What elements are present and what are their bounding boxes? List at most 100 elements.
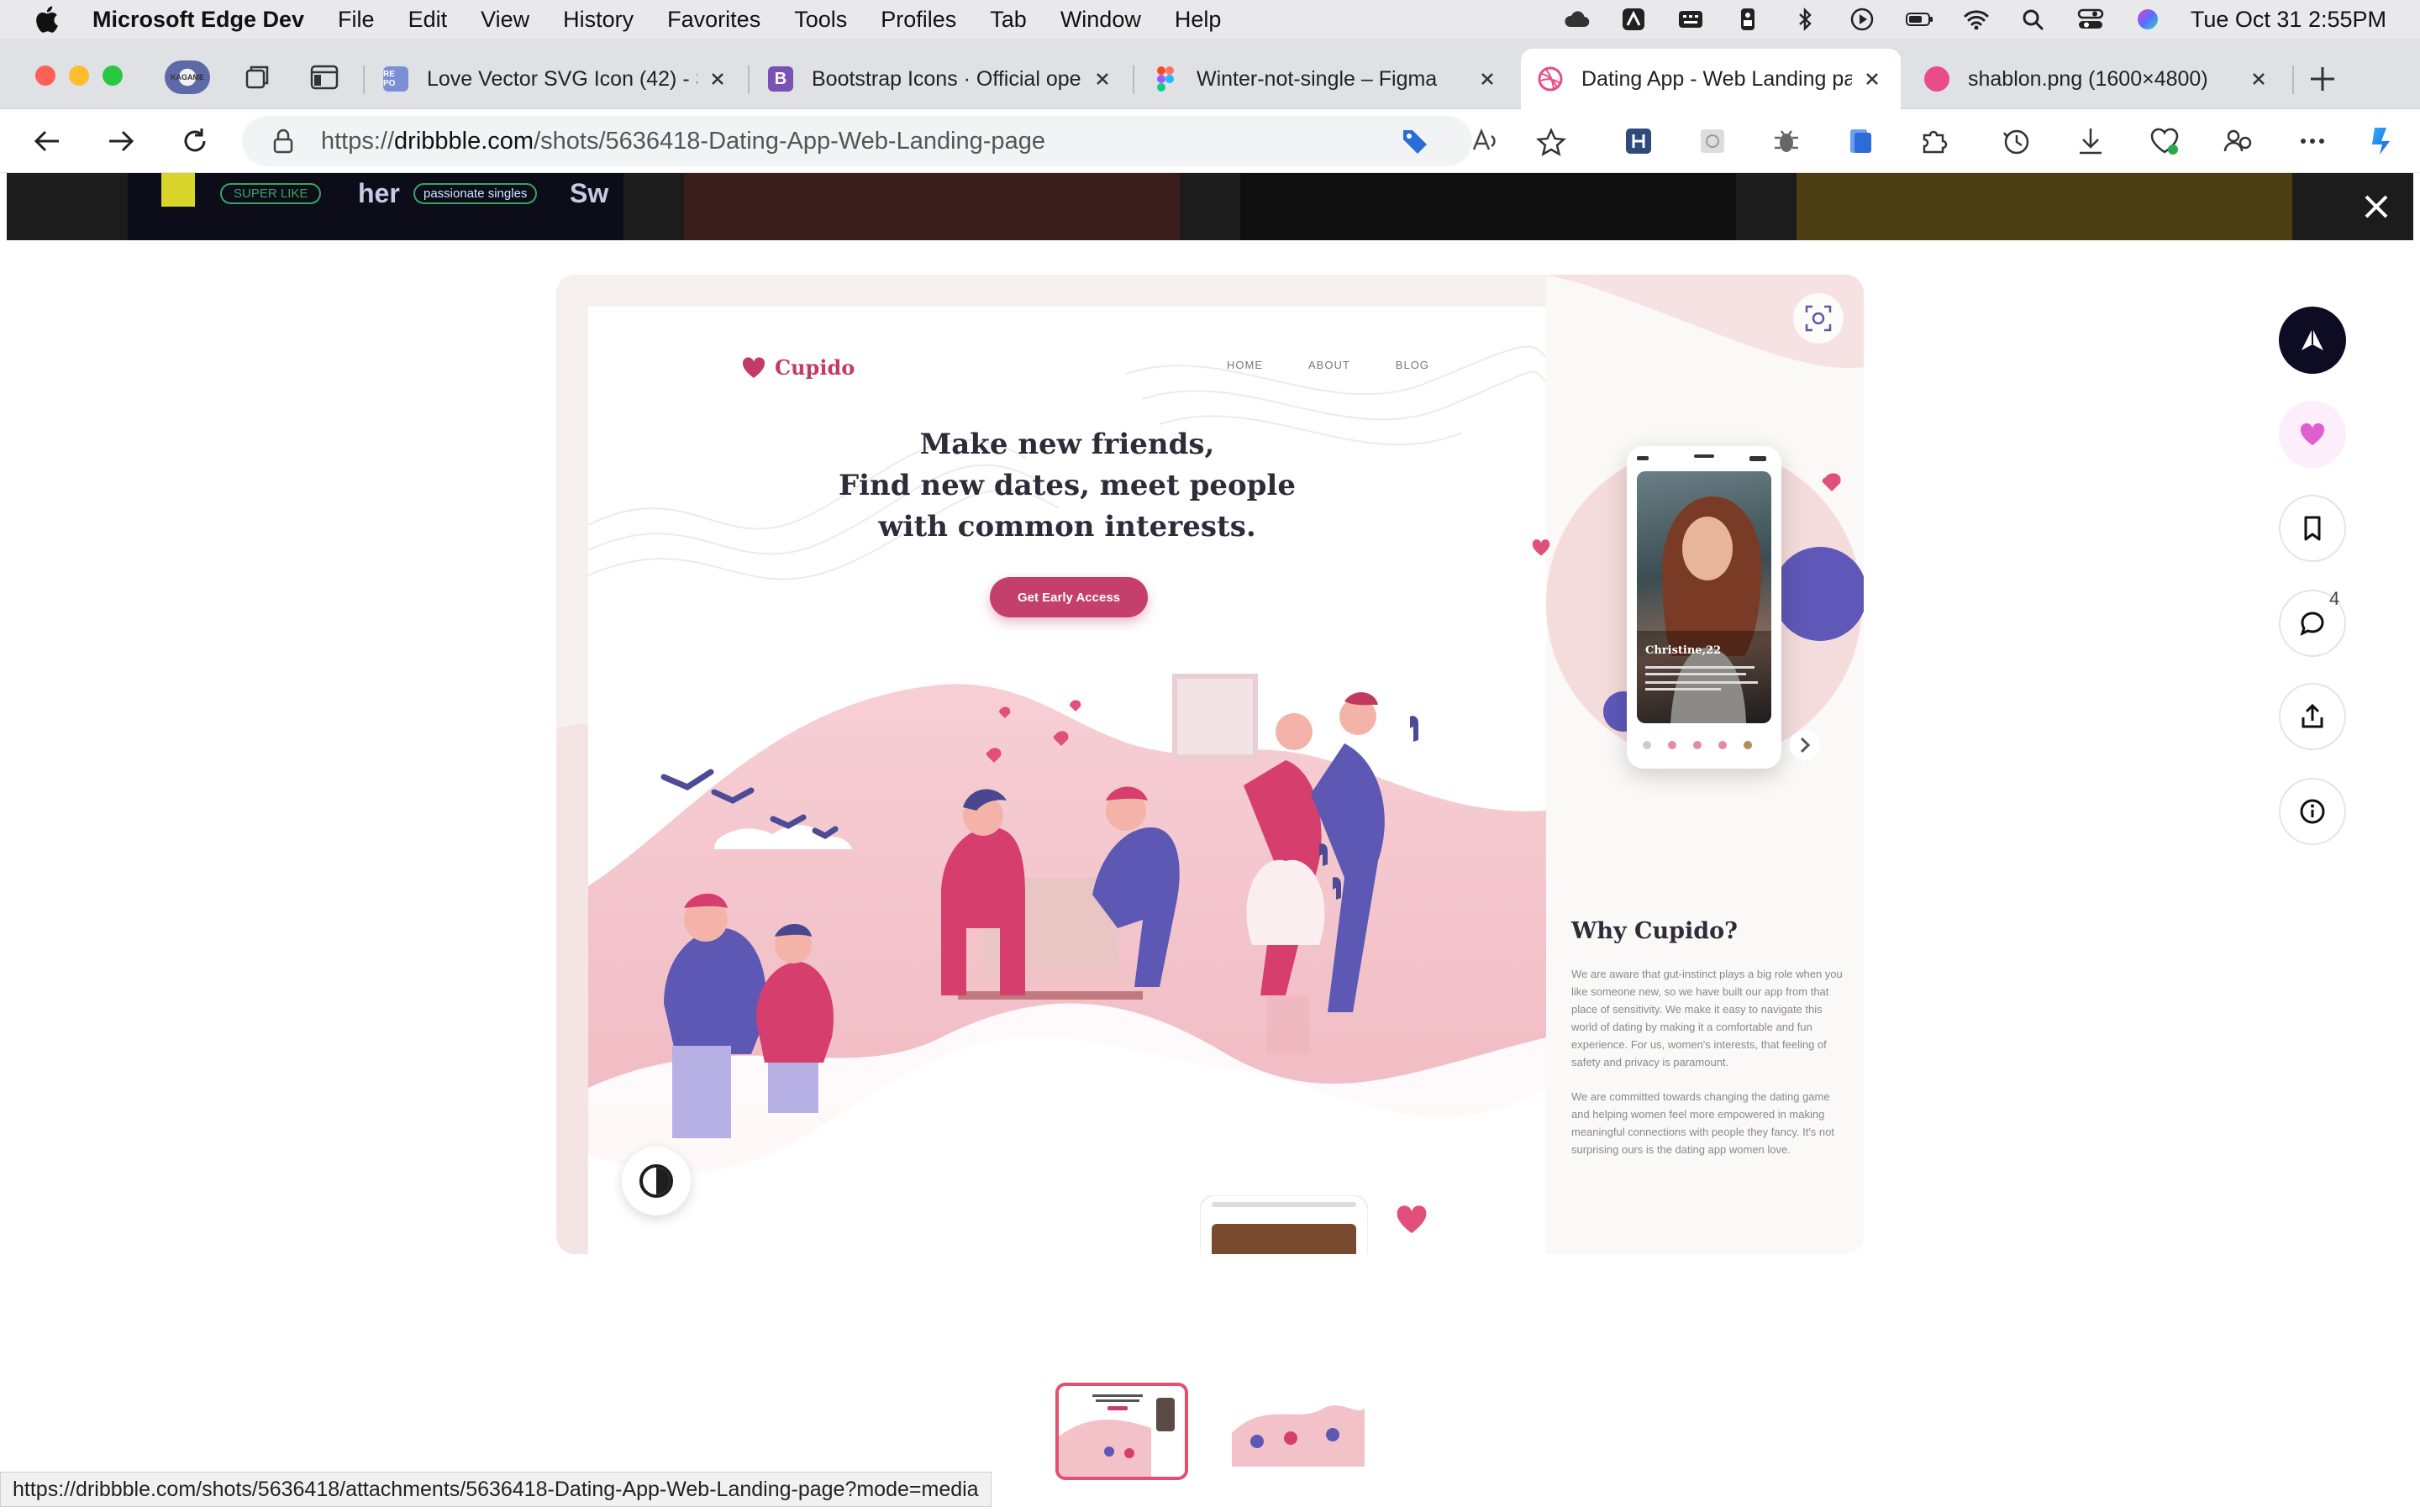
contrast-icon: [639, 1164, 673, 1198]
menu-tools[interactable]: Tools: [794, 7, 847, 33]
profile-avatar[interactable]: KAGAME: [165, 60, 210, 94]
arc-app-icon[interactable]: [1619, 7, 1648, 32]
read-aloud-icon[interactable]: [1469, 126, 1499, 156]
like-button[interactable]: [2279, 401, 2346, 468]
extension-h-button[interactable]: [1622, 124, 1655, 158]
wifi-icon[interactable]: [1962, 7, 1991, 32]
window-close-button[interactable]: [35, 66, 55, 86]
menu-tab[interactable]: Tab: [990, 7, 1027, 33]
battery-icon[interactable]: [1905, 7, 1933, 32]
menu-favorites[interactable]: Favorites: [667, 7, 760, 33]
banner-tag: her: [358, 178, 400, 208]
spotlight-search-icon[interactable]: [2019, 7, 2048, 32]
cupido-logo[interactable]: Cupido: [741, 355, 855, 380]
shot-details-button[interactable]: [2279, 778, 2346, 845]
extension-grid-button[interactable]: [1696, 124, 1729, 158]
paper-plane-logo-icon: [2302, 328, 2323, 350]
history-button[interactable]: [2000, 124, 2033, 158]
browser-essentials-button[interactable]: [2222, 124, 2255, 158]
copilot-icon: [2372, 128, 2390, 155]
control-center-icon[interactable]: [2076, 7, 2105, 32]
bug-icon: [1775, 130, 1798, 152]
tab-figma[interactable]: Winter-not-single – Figma: [1136, 49, 1516, 109]
menu-edit[interactable]: Edit: [408, 7, 448, 33]
extensions-button[interactable]: [1918, 124, 1951, 158]
nav-home[interactable]: HOME: [1227, 359, 1263, 371]
menu-file[interactable]: File: [338, 7, 375, 33]
tab-close-icon[interactable]: [1476, 67, 1499, 91]
heartbeat-icon: [2150, 128, 2179, 155]
profile-bio-lines: [1645, 664, 1763, 701]
extension-clipboard-button[interactable]: [1844, 124, 1877, 158]
tab-close-icon[interactable]: [1860, 67, 1884, 91]
cloud-icon[interactable]: [1562, 7, 1591, 32]
share-button[interactable]: [2279, 683, 2346, 750]
new-tab-icon[interactable]: [2306, 62, 2339, 96]
chevron-right-icon[interactable]: [1788, 728, 1822, 762]
extension-bug-button[interactable]: [1770, 124, 1803, 158]
designer-avatar[interactable]: [2279, 307, 2346, 374]
tab-close-icon[interactable]: [706, 67, 729, 91]
clipboard-app-icon[interactable]: [1733, 7, 1762, 32]
tab-love-vector[interactable]: RE PO Love Vector SVG Icon (42) - S: [366, 49, 746, 109]
address-bar[interactable]: https://dribbble.com/shots/5636418-Datin…: [242, 116, 1496, 166]
play-icon[interactable]: [1848, 7, 1876, 32]
nav-blog[interactable]: BLOG: [1396, 359, 1429, 371]
shopping-tag-icon[interactable]: [1400, 126, 1430, 156]
favorite-star-button[interactable]: [1534, 126, 1568, 160]
menu-view[interactable]: View: [481, 7, 529, 33]
phone-action-row: [1643, 741, 1752, 749]
app-name-menu[interactable]: Microsoft Edge Dev: [92, 7, 304, 33]
keyboard-app-icon[interactable]: [1676, 7, 1705, 32]
bio-placeholder-lines: [1645, 666, 1758, 690]
panel-footer-art: [1546, 1241, 1864, 1254]
bluetooth-icon[interactable]: [1791, 7, 1819, 32]
zoom-focus-icon: [1805, 305, 1832, 332]
lock-icon[interactable]: [271, 128, 296, 155]
window-minimize-button[interactable]: [69, 66, 89, 86]
thumb-landing-preview: [1059, 1386, 1185, 1477]
copilot-button[interactable]: [2365, 124, 2398, 158]
share-upload-icon: [2302, 703, 2323, 728]
headline-line: Find new dates, meet people: [839, 469, 1296, 502]
contrast-toggle-button[interactable]: [622, 1147, 691, 1215]
grid-extension-icon: [1701, 129, 1724, 153]
get-early-access-button[interactable]: Get Early Access: [990, 577, 1148, 617]
shot-image[interactable]: Cupido HOME ABOUT BLOG Make new friends,…: [556, 275, 1864, 1254]
performance-button[interactable]: [2148, 124, 2181, 158]
menubar-clock[interactable]: Tue Oct 31 2:55PM: [2191, 7, 2386, 33]
menu-history[interactable]: History: [563, 7, 634, 33]
nav-about[interactable]: ABOUT: [1308, 359, 1350, 371]
downloads-button[interactable]: [2074, 124, 2107, 158]
tab-close-icon[interactable]: [1091, 67, 1114, 91]
attachment-thumb-2[interactable]: [1232, 1383, 1365, 1480]
tab-close-icon[interactable]: [2247, 67, 2270, 91]
dribbble-favicon-icon: [1538, 66, 1563, 92]
attachment-thumb-1[interactable]: [1055, 1383, 1188, 1480]
tab-shablon-png[interactable]: shablon.png (1600×4800): [1907, 49, 2287, 109]
workspaces-icon[interactable]: [240, 60, 274, 94]
menu-help[interactable]: Help: [1175, 7, 1222, 33]
forward-button[interactable]: [104, 124, 138, 158]
url-scheme: https://: [321, 127, 395, 155]
tab-dating-app[interactable]: Dating App - Web Landing pa: [1521, 49, 1901, 109]
more-menu-button[interactable]: [2296, 124, 2329, 158]
zoom-button[interactable]: [1793, 293, 1844, 344]
profile-name: Christine,22: [1645, 644, 1722, 657]
headline-line: Make new friends,: [919, 428, 1215, 461]
bookmark-icon: [2304, 516, 2321, 541]
siri-icon[interactable]: [2133, 7, 2162, 32]
tab-bootstrap-icons[interactable]: B Bootstrap Icons · Official ope: [751, 49, 1131, 109]
tab-separator: [363, 66, 365, 94]
menu-window[interactable]: Window: [1060, 7, 1141, 33]
menu-profiles[interactable]: Profiles: [881, 7, 956, 33]
arrow-left-icon: [34, 130, 59, 152]
modal-close-icon[interactable]: [2360, 190, 2393, 223]
window-zoom-button[interactable]: [103, 66, 123, 86]
apple-icon[interactable]: [34, 5, 59, 34]
vertical-tabs-icon[interactable]: [308, 60, 341, 94]
back-button[interactable]: [30, 124, 64, 158]
save-button[interactable]: [2279, 495, 2346, 562]
reload-button[interactable]: [178, 124, 212, 158]
profile-photo: Christine,22: [1637, 471, 1771, 723]
